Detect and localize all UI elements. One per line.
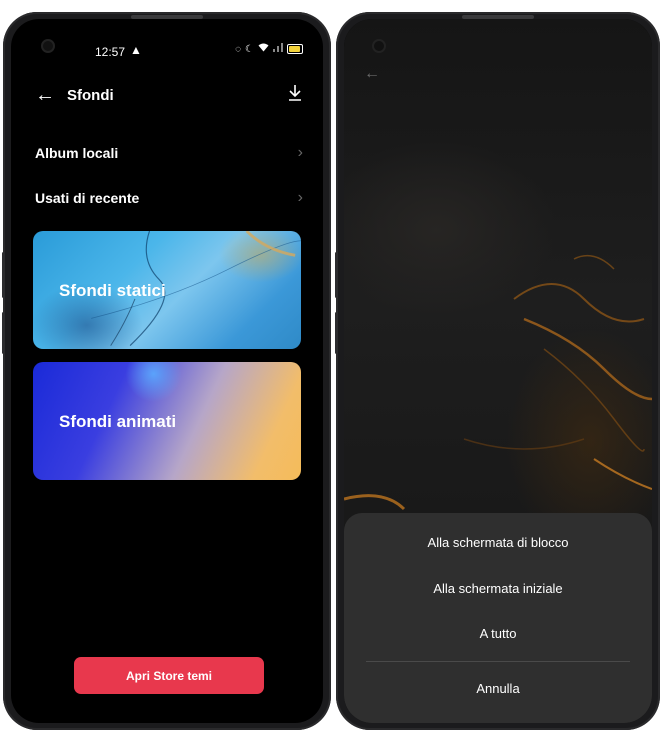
option-lock-screen[interactable]: Alla schermata di blocco: [344, 535, 652, 550]
volume-button: [2, 252, 5, 298]
back-arrow-icon[interactable]: ←: [35, 85, 55, 105]
right-phone: ← Alla schermata di blocco Alla schermat…: [335, 12, 660, 730]
power-button: [2, 312, 5, 354]
right-screen: ← Alla schermata di blocco Alla schermat…: [344, 19, 652, 723]
earpiece: [462, 15, 534, 19]
left-screen: 12:57 ▲ ◌ ☾ ← Sfondi Album locali › Usat…: [11, 19, 323, 723]
signal-icon: [273, 43, 283, 55]
moon-icon: ☾: [245, 43, 254, 55]
front-camera: [372, 39, 386, 53]
card-label: Sfondi statici: [59, 281, 166, 300]
card-sfondi-statici[interactable]: Sfondi statici: [33, 231, 301, 349]
apri-store-temi-button[interactable]: Apri Store temi: [74, 657, 264, 694]
page-title: Sfondi: [67, 87, 114, 104]
side-button: [335, 252, 338, 298]
row-label: Usati di recente: [35, 190, 140, 206]
card-sfondi-animati[interactable]: Sfondi animati: [33, 362, 301, 480]
cancel-button[interactable]: Annulla: [344, 681, 652, 696]
apply-wallpaper-sheet: Alla schermata di blocco Alla schermata …: [344, 513, 652, 723]
wifi-icon: [258, 43, 269, 55]
chevron-right-icon: ›: [297, 144, 303, 161]
chevron-right-icon: ›: [297, 189, 303, 206]
card-label: Sfondi animati: [59, 412, 177, 431]
back-arrow-icon[interactable]: ←: [364, 65, 380, 83]
status-time: 12:57: [95, 45, 126, 59]
row-album-locali[interactable]: Album locali ›: [35, 141, 303, 165]
side-button: [335, 312, 338, 354]
status-icons: ◌ ☾: [235, 43, 303, 55]
option-both[interactable]: A tutto: [344, 626, 652, 641]
download-icon[interactable]: [287, 83, 303, 103]
option-home-screen[interactable]: Alla schermata iniziale: [344, 581, 652, 596]
earpiece: [131, 15, 203, 19]
battery-icon: [287, 44, 303, 54]
front-camera: [41, 39, 55, 53]
row-label: Album locali: [35, 145, 119, 161]
row-usati-di-recente[interactable]: Usati di recente ›: [35, 186, 303, 210]
warning-icon: ▲: [130, 43, 142, 57]
left-phone: 12:57 ▲ ◌ ☾ ← Sfondi Album locali › Usat…: [2, 12, 331, 730]
alarm-icon: ◌: [235, 43, 242, 55]
divider: [366, 661, 630, 662]
